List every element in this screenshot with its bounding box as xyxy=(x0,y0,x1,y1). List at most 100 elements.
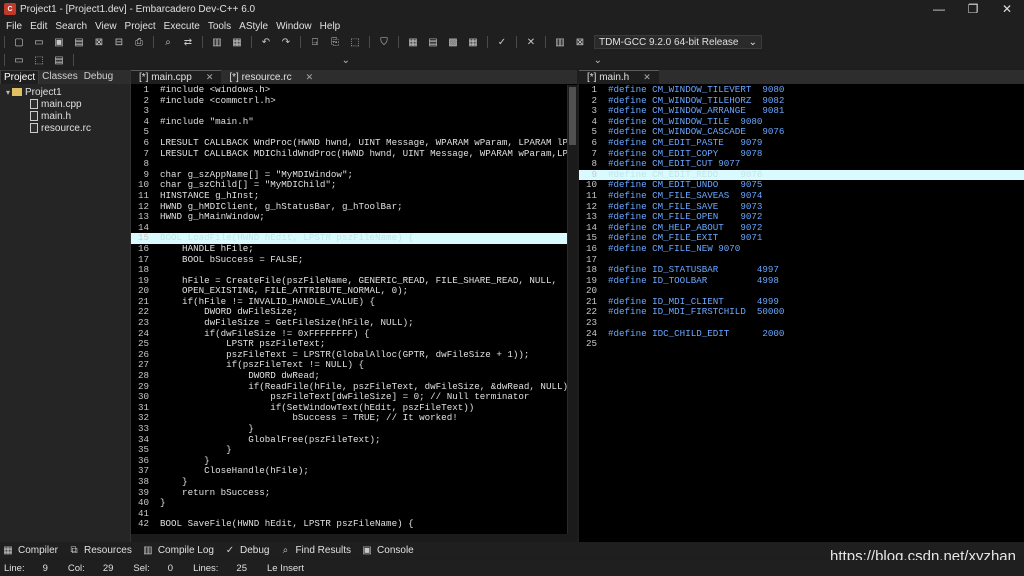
save-all-icon[interactable]: ▤ xyxy=(71,35,87,49)
code-line[interactable]: 2 #include <commctrl.h> xyxy=(131,95,577,107)
goto-bookmark-icon[interactable]: ▤ xyxy=(51,53,67,67)
rebuild-icon[interactable]: ▦ xyxy=(465,35,481,49)
code-line[interactable]: 24 #define IDC_CHILD_EDIT 2000 xyxy=(579,328,1024,340)
compiler-select[interactable]: TDM-GCC 9.2.0 64-bit Release ⌄ xyxy=(594,35,762,49)
close-tab-icon[interactable]: ✕ xyxy=(206,72,214,83)
comment-icon[interactable]: ▥ xyxy=(209,35,225,49)
tab-main-cpp[interactable]: [*] main.cpp ✕ xyxy=(131,70,222,84)
code-line[interactable]: 1 #include <windows.h> xyxy=(131,85,577,96)
close-file-icon[interactable]: ⊠ xyxy=(91,35,107,49)
code-line[interactable]: 6 #define CM_EDIT_PASTE 9079 xyxy=(579,137,1024,149)
code-line[interactable]: 17 BOOL bSuccess = FALSE; xyxy=(131,254,577,266)
resources-icon: ⧉ xyxy=(70,544,78,556)
print-icon[interactable]: ⎙ xyxy=(131,35,147,49)
expand-icon[interactable]: ▾ xyxy=(6,88,10,97)
goto-line-icon[interactable]: ⍈ xyxy=(307,35,323,49)
check-icon[interactable]: ✓ xyxy=(494,35,510,49)
tab-resource-rc[interactable]: [*] resource.rc ✕ xyxy=(221,71,322,84)
code-line[interactable]: 25 xyxy=(579,339,1024,350)
tab-debug[interactable]: Debug xyxy=(81,70,116,84)
tree-file[interactable]: main.cpp xyxy=(0,98,130,110)
delete-profile-icon[interactable]: ⊠ xyxy=(572,35,588,49)
close-button[interactable]: ✕ xyxy=(990,0,1024,18)
tab-resources[interactable]: ⧉ Resources xyxy=(68,544,131,556)
code-line[interactable]: 42 BOOL SaveFile(HWND hEdit, LPSTR pszFil… xyxy=(131,519,577,530)
redo-icon[interactable]: ↷ xyxy=(278,35,294,49)
code-line[interactable]: 38 } xyxy=(131,476,577,488)
fold-gutter xyxy=(152,509,160,520)
menu-astyle[interactable]: AStyle xyxy=(235,21,272,32)
project-icon[interactable]: ⎘ xyxy=(327,35,343,49)
class-select[interactable]: ⌄ xyxy=(112,53,350,67)
code-line[interactable]: 16 HANDLE hFile; xyxy=(131,243,577,255)
code-line[interactable]: 11 HINSTANCE g_hInst; xyxy=(131,190,577,202)
code-line[interactable]: 6 LRESULT CALLBACK WndProc(HWND hwnd, UIN… xyxy=(131,137,577,149)
menu-project[interactable]: Project xyxy=(121,21,160,32)
code-area[interactable]: 1 #include <windows.h> 2 #include <commctrl… xyxy=(131,85,577,542)
vertical-scrollbar[interactable] xyxy=(567,85,577,542)
code-line[interactable]: 40} xyxy=(131,498,577,509)
close-all-icon[interactable]: ⊟ xyxy=(111,35,127,49)
compile-icon[interactable]: ▦ xyxy=(405,35,421,49)
code-text: #define CM_FILE_NEW 9070 xyxy=(608,242,741,254)
menu-tools[interactable]: Tools xyxy=(204,21,235,32)
tree-file[interactable]: main.h xyxy=(0,110,130,122)
toolbar-separator xyxy=(251,36,252,48)
menu-help[interactable]: Help xyxy=(316,21,345,32)
tab-debug-output[interactable]: ✓ Debug xyxy=(224,545,270,556)
bookmark-icon[interactable]: ⬚ xyxy=(347,35,363,49)
menu-view[interactable]: View xyxy=(91,21,121,32)
code-line[interactable]: 7 LRESULT CALLBACK MDIChildWndProc(HWND h… xyxy=(131,148,577,160)
stop-icon[interactable]: ✕ xyxy=(523,35,539,49)
tab-console[interactable]: ▣ Console xyxy=(361,545,413,556)
new-file-icon[interactable]: ▢ xyxy=(11,35,27,49)
fold-gutter xyxy=(600,223,608,234)
tab-project[interactable]: Project xyxy=(0,70,40,84)
undo-icon[interactable]: ↶ xyxy=(258,35,274,49)
menu-edit[interactable]: Edit xyxy=(26,21,51,32)
code-line[interactable]: 39 return bSuccess; xyxy=(131,487,577,499)
minimize-button[interactable]: — xyxy=(922,0,956,18)
horizontal-scrollbar[interactable] xyxy=(131,534,568,542)
code-line[interactable]: 1 #define CM_WINDOW_TILEVERT 9080 xyxy=(579,85,1024,96)
code-area[interactable]: 1 #define CM_WINDOW_TILEVERT 9080 2 #define… xyxy=(579,85,1024,542)
tree-file[interactable]: resource.rc xyxy=(0,122,130,134)
insert-icon[interactable]: ▭ xyxy=(11,53,27,67)
indent-icon[interactable]: ▦ xyxy=(229,35,245,49)
status-col: 29 xyxy=(102,562,114,574)
tab-main-h[interactable]: [*] main.h ✕ xyxy=(579,70,659,84)
close-tab-icon[interactable]: ✕ xyxy=(643,72,651,83)
code-line[interactable]: 13 HWND g_hMainWindow; xyxy=(131,212,577,223)
profile-icon[interactable]: ▥ xyxy=(552,35,568,49)
maximize-button[interactable]: ❐ xyxy=(956,0,990,18)
tab-classes[interactable]: Classes xyxy=(39,70,81,84)
breakpoint-icon[interactable]: ⛉ xyxy=(376,35,392,49)
code-line[interactable]: 19 #define ID_TOOLBAR 4998 xyxy=(579,275,1024,287)
function-select[interactable]: ⌄ xyxy=(362,53,602,67)
toggle-bookmark-icon[interactable]: ⬚ xyxy=(31,53,47,67)
tab-find-results[interactable]: ⌕ Find Results xyxy=(279,545,351,556)
tab-compile-log[interactable]: ▥ Compile Log xyxy=(142,545,214,556)
code-line[interactable]: 22 #define ID_MDI_FIRSTCHILD 50000 xyxy=(579,307,1024,318)
close-tab-icon[interactable]: ✕ xyxy=(306,72,314,83)
menu-execute[interactable]: Execute xyxy=(160,21,204,32)
save-icon[interactable]: ▣ xyxy=(51,35,67,49)
code-line[interactable]: 4 #include "main.h" xyxy=(131,116,577,128)
menu-window[interactable]: Window xyxy=(272,21,316,32)
open-folder-icon[interactable]: ▭ xyxy=(31,35,47,49)
tree-project[interactable]: ▾ Project1 xyxy=(0,86,130,98)
code-line[interactable]: 37 CloseHandle(hFile); xyxy=(131,466,577,477)
menu-file[interactable]: File xyxy=(2,21,26,32)
replace-icon[interactable]: ⇄ xyxy=(180,35,196,49)
title-bar: C Project1 - [Project1.dev] - Embarcader… xyxy=(0,0,1024,18)
run-icon[interactable]: ▤ xyxy=(425,35,441,49)
compile-run-icon[interactable]: ▩ xyxy=(445,35,461,49)
code-line[interactable]: 33 } xyxy=(131,423,577,435)
menu-search[interactable]: Search xyxy=(51,21,91,32)
code-line[interactable]: 11 #define CM_FILE_SAVEAS 9074 xyxy=(579,190,1024,202)
scroll-thumb[interactable] xyxy=(569,87,576,145)
code-line[interactable]: 16 #define CM_FILE_NEW 9070 xyxy=(579,242,1024,255)
find-icon[interactable]: ⌕ xyxy=(160,35,176,49)
fold-gutter xyxy=(152,180,160,191)
tab-compiler[interactable]: ▦ Compiler xyxy=(2,545,58,556)
